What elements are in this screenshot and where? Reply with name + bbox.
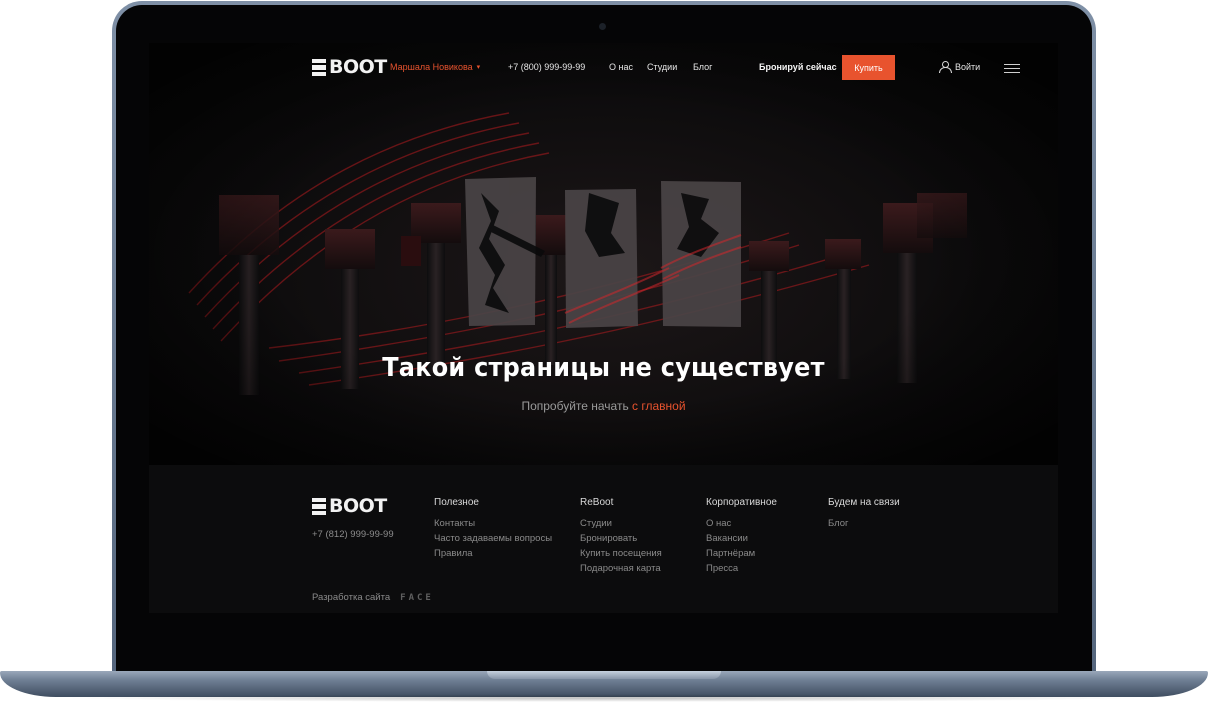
footer-column-corporate: Корпоративное О нас Вакансии Партнёрам П… bbox=[706, 497, 777, 576]
footer-link-faq[interactable]: Часто задаваемы вопросы bbox=[434, 531, 552, 546]
footer-link-book[interactable]: Бронировать bbox=[580, 531, 662, 546]
header-logo[interactable]: BOOT bbox=[312, 58, 387, 77]
nav-link-studios[interactable]: Студии bbox=[647, 62, 677, 72]
site-header: BOOT Маршала Новикова ▾ +7 (800) 999-99-… bbox=[149, 43, 1058, 95]
home-link[interactable]: с главной bbox=[632, 399, 686, 413]
footer-link-studios[interactable]: Студии bbox=[580, 516, 662, 531]
footer-link-about[interactable]: О нас bbox=[706, 516, 777, 531]
menu-burger-icon[interactable] bbox=[1004, 64, 1020, 73]
footer-link-blog[interactable]: Блог bbox=[828, 516, 900, 531]
developer-logo[interactable]: FACE bbox=[400, 593, 434, 603]
user-icon bbox=[939, 61, 952, 73]
footer-column-title: Будем на связи bbox=[828, 497, 900, 508]
footer-link-contacts[interactable]: Контакты bbox=[434, 516, 552, 531]
laptop-shadow bbox=[60, 694, 1148, 702]
footer-column-title: Корпоративное bbox=[706, 497, 777, 508]
logo-text: BOOT bbox=[329, 56, 387, 78]
webcam bbox=[599, 23, 606, 30]
nav-link-about[interactable]: О нас bbox=[609, 62, 633, 72]
hero-section: BOOT Маршала Новикова ▾ +7 (800) 999-99-… bbox=[149, 43, 1058, 465]
footer-link-buy-visits[interactable]: Купить посещения bbox=[580, 546, 662, 561]
footer-column-contact: Будем на связи Блог bbox=[828, 497, 900, 531]
developer-credit: Разработка сайта FACE bbox=[312, 592, 434, 603]
browser-screen: BOOT Маршала Новикова ▾ +7 (800) 999-99-… bbox=[149, 43, 1058, 613]
footer-link-gift-card[interactable]: Подарочная карта bbox=[580, 561, 662, 576]
login-link[interactable]: Войти bbox=[939, 61, 981, 73]
footer-column-reboot: ReBoot Студии Бронировать Купить посещен… bbox=[580, 497, 662, 576]
footer-logo[interactable]: BOOT bbox=[312, 497, 387, 516]
error-title: Такой страницы не существует bbox=[382, 353, 825, 383]
nav-link-blog[interactable]: Блог bbox=[693, 62, 712, 72]
studio-selector[interactable]: Маршала Новикова ▾ bbox=[390, 62, 480, 72]
logo-text: BOOT bbox=[329, 495, 387, 517]
buy-button[interactable]: Купить bbox=[842, 55, 895, 80]
developer-label: Разработка сайта bbox=[312, 592, 391, 603]
site-footer: BOOT +7 (812) 999-99-99 Полезное Контакт… bbox=[149, 465, 1058, 613]
footer-column-title: ReBoot bbox=[580, 497, 614, 508]
studio-selector-label: Маршала Новикова bbox=[390, 62, 473, 72]
book-now-link[interactable]: Бронируй сейчас bbox=[759, 62, 837, 72]
laptop-hinge-notch bbox=[487, 671, 721, 679]
logo-mark-icon bbox=[312, 498, 326, 515]
footer-link-vacancies[interactable]: Вакансии bbox=[706, 531, 777, 546]
logo-mark-icon bbox=[312, 59, 326, 76]
footer-link-press[interactable]: Пресса bbox=[706, 561, 777, 576]
footer-phone[interactable]: +7 (812) 999-99-99 bbox=[312, 529, 394, 540]
header-phone[interactable]: +7 (800) 999-99-99 bbox=[508, 62, 585, 72]
error-subtitle-text: Попробуйте начать bbox=[521, 399, 633, 413]
footer-link-partners[interactable]: Партнёрам bbox=[706, 546, 777, 561]
login-label: Войти bbox=[955, 61, 981, 72]
chevron-down-icon: ▾ bbox=[476, 64, 481, 71]
footer-column-useful: Полезное Контакты Часто задаваемы вопрос… bbox=[434, 497, 552, 561]
footer-column-title: Полезное bbox=[434, 497, 479, 508]
error-subtitle: Попробуйте начать с главной bbox=[149, 399, 1058, 413]
footer-link-rules[interactable]: Правила bbox=[434, 546, 552, 561]
